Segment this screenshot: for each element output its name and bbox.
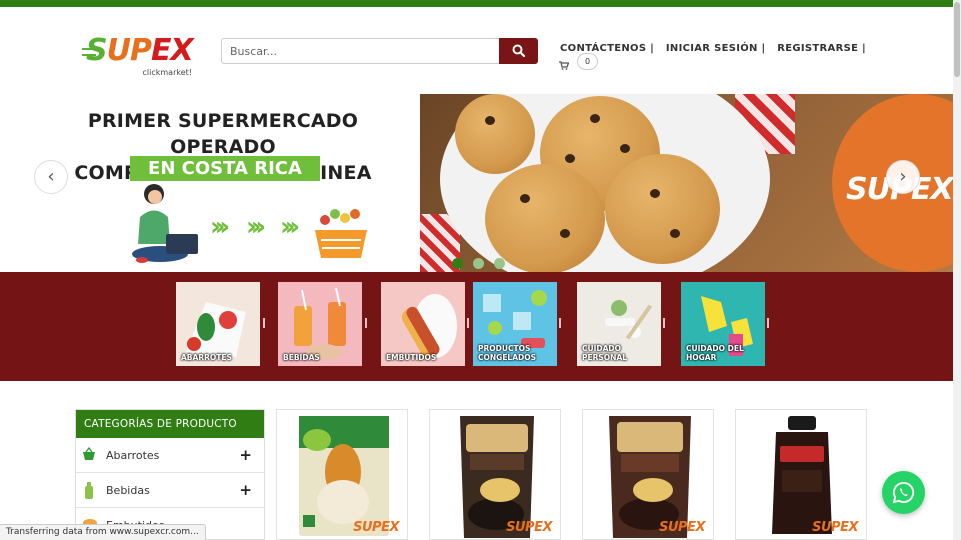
- carousel-indicator-1[interactable]: [452, 258, 463, 269]
- category-separator: [559, 318, 561, 328]
- category-tile-label: CUIDADO PERSONAL: [582, 344, 628, 362]
- carousel-indicator-3[interactable]: [494, 258, 505, 269]
- shopping-cart-icon: [559, 61, 569, 70]
- category-tile-cuidado-hogar[interactable]: CUIDADO DEL HOGAR: [681, 282, 765, 366]
- search-icon: [512, 44, 525, 57]
- person-laptop-illustration: [132, 184, 198, 263]
- header-nav: CONTÁCTENOS | INICIAR SESIÓN | REGISTRAR…: [560, 43, 874, 54]
- chocolate-chip: [485, 116, 495, 125]
- category-separator: [365, 318, 367, 328]
- top-accent-bar: [0, 0, 953, 7]
- scrollbar-thumb[interactable]: [954, 2, 960, 77]
- basket-icon: [83, 447, 95, 460]
- category-separator: [663, 318, 665, 328]
- browser-status-bar: Transferring data from www.supexcr.com..…: [0, 524, 206, 540]
- chocolate-chip: [560, 229, 570, 238]
- cookie-image: [605, 154, 720, 264]
- cart-count-badge: 0: [577, 53, 598, 70]
- site-logo[interactable]: SUPEX clickmarket!: [82, 33, 194, 80]
- category-band: ABARROTES BEBIDAS EMBUTIDOS PRODUCTOS CO…: [0, 272, 953, 381]
- chocolate-chip: [670, 229, 680, 238]
- category-tile-congelados[interactable]: PRODUCTOS CONGELADOS: [473, 282, 557, 366]
- search-button[interactable]: [499, 38, 538, 64]
- expand-plus-icon[interactable]: +: [239, 473, 252, 508]
- nav-contact-link[interactable]: CONTÁCTENOS |: [560, 43, 654, 54]
- nav-login-link[interactable]: INICIAR SESIÓN |: [666, 43, 766, 54]
- banner-country-highlight: EN COSTA RICA: [130, 156, 320, 181]
- carousel-prev-button[interactable]: ‹: [34, 160, 68, 194]
- logo-speed-lines: [82, 48, 96, 56]
- sidebar-item-label: Abarrotes: [106, 449, 160, 462]
- banner-headline-line1: PRIMER SUPERMERCADO OPERADO: [87, 110, 359, 158]
- banner-arrow-decoration: ›››: [280, 212, 300, 242]
- sidebar-item-label: Bebidas: [106, 484, 150, 497]
- chocolate-chip: [520, 194, 530, 203]
- product-card[interactable]: SUPEX: [276, 409, 408, 540]
- search-input[interactable]: [221, 38, 499, 64]
- chocolate-chip: [565, 154, 575, 163]
- logo-wordmark: SUPEX: [86, 33, 194, 68]
- banner-arrow-decoration: ›››: [246, 212, 266, 242]
- category-tile-abarrotes[interactable]: ABARROTES: [176, 282, 260, 366]
- category-separator: [263, 318, 265, 328]
- whatsapp-icon: [892, 481, 915, 504]
- product-card[interactable]: SUPEX: [582, 409, 714, 540]
- product-watermark: SUPEX: [506, 520, 552, 535]
- chocolate-chip: [650, 189, 660, 198]
- category-tile-label: EMBUTIDOS: [386, 353, 437, 362]
- whatsapp-chat-button[interactable]: [882, 471, 925, 514]
- product-card[interactable]: SUPEX: [429, 409, 561, 540]
- category-tile-bebidas[interactable]: BEBIDAS: [278, 282, 362, 366]
- product-watermark: SUPEX: [812, 520, 858, 535]
- bottle-icon: [85, 482, 93, 499]
- banner-arrow-decoration: ›››: [210, 212, 230, 242]
- category-separator: [767, 318, 769, 328]
- cookie-image: [455, 94, 535, 174]
- chocolate-chip: [590, 114, 600, 123]
- logo-tagline: clickmarket!: [142, 68, 192, 77]
- nav-register-link[interactable]: REGISTRARSE |: [777, 43, 866, 54]
- sidebar-item-bebidas[interactable]: Bebidas +: [76, 473, 264, 508]
- carousel-next-button[interactable]: ›: [886, 160, 920, 194]
- category-tile-label: PRODUCTOS CONGELADOS: [478, 344, 537, 362]
- shopping-basket-illustration: [315, 209, 367, 258]
- product-watermark: SUPEX: [353, 520, 399, 535]
- category-tile-label: CUIDADO DEL HOGAR: [686, 344, 744, 362]
- category-tile-label: ABARROTES: [181, 353, 232, 362]
- sidebar-title: CATEGORÍAS DE PRODUCTO: [76, 410, 264, 438]
- search-bar: [221, 38, 538, 64]
- chocolate-chip: [620, 144, 630, 153]
- category-separator: [467, 318, 469, 328]
- sidebar-item-abarrotes[interactable]: Abarrotes +: [76, 438, 264, 473]
- cookie-image: [485, 164, 605, 272]
- hero-carousel[interactable]: SUPEX PRIMER SUPERMERCADO OPERADO COMPLE…: [0, 94, 953, 272]
- page-scrollbar[interactable]: [953, 0, 961, 540]
- expand-plus-icon[interactable]: +: [239, 438, 252, 473]
- category-tile-cuidado-personal[interactable]: CUIDADO PERSONAL: [577, 282, 661, 366]
- category-tile-label: BEBIDAS: [283, 353, 320, 362]
- category-tile-embutidos[interactable]: EMBUTIDOS: [381, 282, 465, 366]
- product-card[interactable]: SUPEX: [735, 409, 867, 540]
- category-sidebar: CATEGORÍAS DE PRODUCTO Abarrotes + Bebid…: [75, 409, 265, 540]
- product-watermark: SUPEX: [659, 520, 705, 535]
- carousel-indicator-2[interactable]: [473, 258, 484, 269]
